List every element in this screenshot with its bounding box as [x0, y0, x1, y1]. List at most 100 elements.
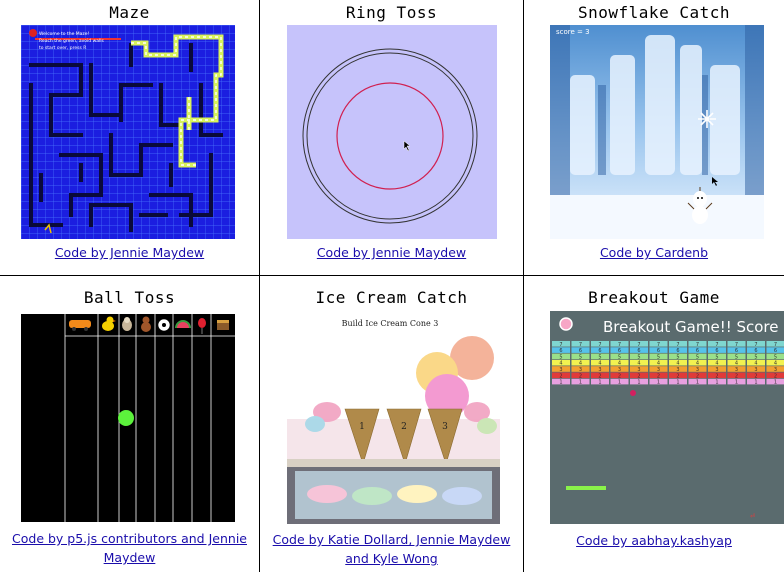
- card-breakout-game: Breakout Game Breakout Game!! Score 7 7 7 7…: [524, 276, 784, 572]
- brick-label: 2: [579, 373, 582, 379]
- card-snowflake-catch: Snowflake Catch score = 3 Code by Carden…: [524, 0, 784, 275]
- brick-label: 4: [696, 361, 699, 367]
- credit-link[interactable]: Code by aabhay.kashyap: [524, 531, 784, 550]
- card-ball-toss: Ball Toss Code by p5.js contributors and…: [0, 276, 259, 572]
- brick-label: 3: [579, 367, 582, 373]
- brick-label: 4: [598, 361, 601, 367]
- brick-label: 6: [735, 348, 738, 354]
- brick-label: 7: [559, 342, 562, 348]
- brick-label: 7: [774, 342, 777, 348]
- brick-label: 3: [774, 367, 777, 373]
- ring-toss-thumbnail[interactable]: [287, 25, 497, 239]
- credit-link[interactable]: Code by Jennie Maydew: [260, 243, 523, 262]
- brick-label: 1: [657, 380, 660, 386]
- brick-label: 6: [774, 348, 777, 354]
- brick-label: 6: [715, 348, 718, 354]
- card-maze: Maze Welcome to the Maze! Reach the gree…: [0, 0, 259, 275]
- brick-label: 5: [715, 354, 718, 360]
- credit-link[interactable]: Code by Katie Dollard, Jennie Maydew and…: [260, 530, 523, 568]
- brick-label: 3: [637, 367, 640, 373]
- breakout-game-thumbnail[interactable]: Breakout Game!! Score 777777777777666666…: [550, 311, 784, 524]
- game-gallery-grid: Maze Welcome to the Maze! Reach the gree…: [0, 0, 784, 572]
- brick-label: 4: [559, 361, 562, 367]
- brick-label: 7: [618, 342, 621, 348]
- brick-label: 4: [657, 361, 660, 367]
- brick-label: 3: [696, 367, 699, 373]
- score-text: score = 3: [556, 28, 590, 36]
- chest-icon: [217, 320, 229, 330]
- car-icon: [69, 320, 91, 331]
- soccer-ball-icon: [157, 318, 171, 332]
- cone-label: 1: [359, 422, 365, 432]
- brick-label: 5: [637, 354, 640, 360]
- brick-label: 6: [676, 348, 679, 354]
- watermelon-icon: [175, 320, 191, 329]
- balloon-icon: [198, 318, 206, 334]
- card-title: Breakout Game: [588, 288, 720, 307]
- brick-label: 1: [735, 380, 738, 386]
- card-title: Ring Toss: [345, 3, 438, 22]
- brick-label: 7: [579, 342, 582, 348]
- credit-link[interactable]: Code by Jennie Maydew: [0, 243, 259, 262]
- credit-link[interactable]: Code by Cardenb: [524, 243, 784, 262]
- brick-label: 5: [559, 354, 562, 360]
- cursor-icon: [403, 140, 411, 152]
- ice-cream-heading: Build Ice Cream Cone 3: [342, 319, 439, 328]
- brick-label: 4: [774, 361, 777, 367]
- brick-label: 6: [618, 348, 621, 354]
- brick-label: 7: [637, 342, 640, 348]
- brick-label: 1: [676, 380, 679, 386]
- brick-label: 7: [735, 342, 738, 348]
- ice-cream-catch-thumbnail[interactable]: Build Ice Cream Cone 3 1 2 3: [287, 314, 500, 524]
- brick-label: 1: [637, 380, 640, 386]
- brick-label: 7: [598, 342, 601, 348]
- card-ring-toss: Ring Toss Code by Jennie Maydew: [260, 0, 523, 275]
- brick-label: 2: [715, 373, 718, 379]
- card-title: Maze: [109, 3, 150, 22]
- brick-label: 4: [618, 361, 621, 367]
- brick-label: 2: [657, 373, 660, 379]
- brick-label: 3: [559, 367, 562, 373]
- brick-label: 3: [715, 367, 718, 373]
- brick-label: 3: [598, 367, 601, 373]
- teddy-bear-icon: [141, 316, 151, 332]
- brick-label: 7: [676, 342, 679, 348]
- brick-label: 3: [754, 367, 757, 373]
- duck-icon: [102, 316, 116, 331]
- brick-label: 3: [735, 367, 738, 373]
- ball-toss-thumbnail[interactable]: [21, 314, 235, 522]
- card-title: Snowflake Catch: [578, 3, 730, 22]
- brick-label: 5: [735, 354, 738, 360]
- brick-label: 4: [735, 361, 738, 367]
- brick-label: 5: [754, 354, 757, 360]
- brick-label: 2: [676, 373, 679, 379]
- breakout-banner: Breakout Game!! Score: [603, 318, 779, 336]
- brick-label: 2: [696, 373, 699, 379]
- cone-label: 2: [401, 422, 407, 432]
- maze-overlay-line: to start over, press R: [39, 45, 86, 51]
- brick-label: 5: [676, 354, 679, 360]
- snowflake-catch-thumbnail[interactable]: score = 3: [550, 25, 764, 239]
- brick-label: 3: [618, 367, 621, 373]
- cone-label: 3: [442, 422, 448, 432]
- brick-label: 7: [754, 342, 757, 348]
- brick-label: 1: [715, 380, 718, 386]
- card-title: Ball Toss: [83, 288, 176, 307]
- card-ice-cream-catch: Ice Cream Catch Build Ice Cream Cone 3 1: [260, 276, 523, 572]
- brick-label: 1: [559, 380, 562, 386]
- brick-label: 2: [637, 373, 640, 379]
- brick-label: 5: [618, 354, 621, 360]
- brick-label: 1: [579, 380, 582, 386]
- brick-label: 5: [657, 354, 660, 360]
- credit-link[interactable]: Code by p5.js contributors and Jennie Ma…: [0, 529, 259, 567]
- brick-label: 1: [618, 380, 621, 386]
- brick-label: 6: [754, 348, 757, 354]
- brick-label: 4: [715, 361, 718, 367]
- brick-label: 5: [774, 354, 777, 360]
- brick-label: 3: [657, 367, 660, 373]
- maze-thumbnail[interactable]: Welcome to the Maze! Reach the green, av…: [21, 25, 235, 239]
- brick-label: 2: [774, 373, 777, 379]
- brick-label: 7: [696, 342, 699, 348]
- brick-label: 5: [598, 354, 601, 360]
- brick-label: 2: [754, 373, 757, 379]
